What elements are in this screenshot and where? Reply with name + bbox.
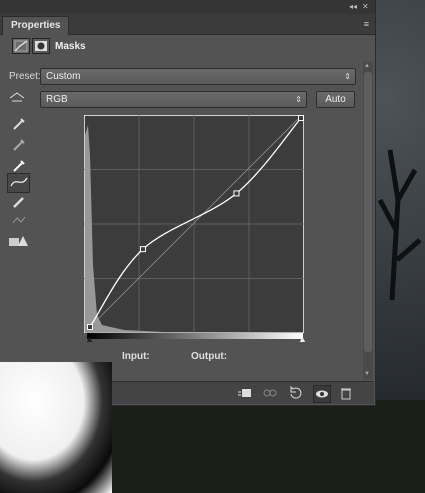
mask-properties-icon[interactable] (32, 38, 50, 54)
reset-icon[interactable] (287, 385, 303, 401)
scrollbar-thumb[interactable] (364, 72, 372, 352)
clip-to-layer-icon[interactable] (237, 385, 253, 401)
page-title: Masks (55, 41, 86, 52)
trash-icon[interactable] (338, 385, 354, 401)
mask-preview-image (0, 362, 112, 493)
curve-point-icon[interactable] (7, 173, 30, 193)
channel-value: RGB (46, 94, 68, 105)
close-icon[interactable]: ✕ (362, 2, 369, 11)
hand-target-icon[interactable] (7, 89, 27, 107)
visibility-eye-icon[interactable] (313, 385, 331, 403)
scroll-up-icon[interactable]: ▲ (364, 63, 370, 69)
link-icon[interactable] (262, 385, 278, 401)
eyedropper-gray-icon[interactable] (9, 137, 29, 155)
curve-control-point[interactable] (87, 324, 93, 330)
input-label: Input: (122, 351, 150, 362)
panel-footer (112, 381, 374, 404)
curve-control-point[interactable] (298, 115, 304, 121)
curve-control-point[interactable] (233, 190, 240, 197)
properties-header: Masks (0, 35, 375, 59)
select-arrows-icon: ⇕ (295, 95, 302, 104)
auto-button[interactable]: Auto (316, 91, 355, 108)
scroll-down-icon[interactable]: ▼ (364, 371, 370, 377)
pencil-icon[interactable] (9, 194, 29, 212)
tab-properties[interactable]: Properties (2, 16, 70, 35)
preset-label: Preset: (9, 71, 41, 82)
clipping-warning-icon[interactable] (8, 234, 30, 252)
properties-panel: ◂◂ ✕ Properties ≡ Masks Preset: Custom ⇕… (0, 0, 376, 406)
smooth-icon[interactable] (9, 212, 29, 230)
panel-top-strip: ◂◂ ✕ (0, 0, 375, 14)
select-arrows-icon: ⇕ (344, 72, 351, 81)
panel-menu-icon[interactable]: ≡ (364, 19, 369, 29)
tab-bar: Properties ≡ (0, 14, 375, 35)
curves-graph[interactable] (84, 115, 304, 333)
eyedropper-black-icon[interactable] (9, 116, 29, 134)
preset-value: Custom (46, 71, 81, 82)
panel-scrollbar[interactable]: ▲ ▼ (363, 62, 373, 380)
input-gradient-bar (87, 333, 303, 339)
white-point-slider[interactable]: ▲ (298, 334, 307, 344)
preset-select[interactable]: Custom ⇕ (40, 68, 356, 85)
curves-adjustment-icon[interactable] (12, 38, 30, 54)
collapse-icon[interactable]: ◂◂ (349, 2, 357, 11)
curve-control-point[interactable] (139, 246, 146, 253)
channel-select[interactable]: RGB ⇕ (40, 91, 307, 108)
output-label: Output: (191, 351, 228, 362)
black-point-slider[interactable]: ▲ (85, 334, 94, 344)
